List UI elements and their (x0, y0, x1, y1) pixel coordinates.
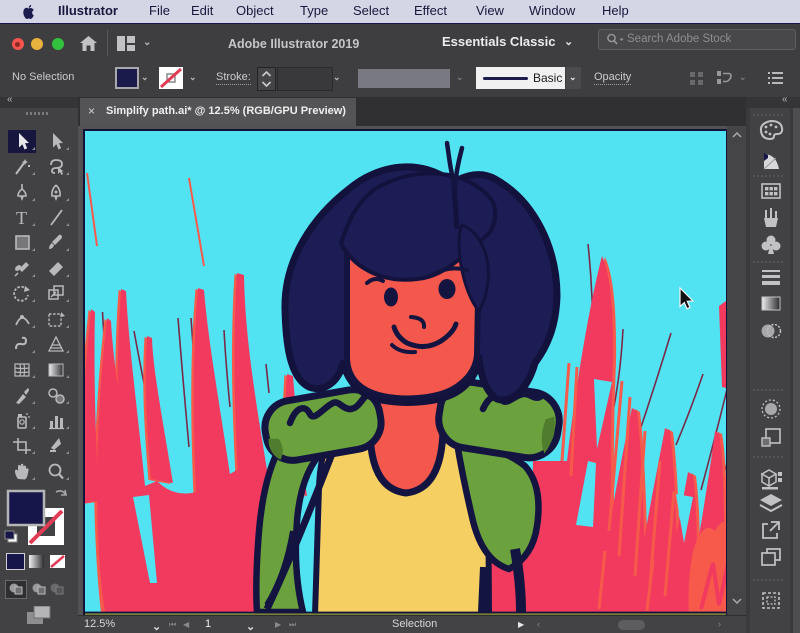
svg-text:T: T (16, 208, 27, 228)
